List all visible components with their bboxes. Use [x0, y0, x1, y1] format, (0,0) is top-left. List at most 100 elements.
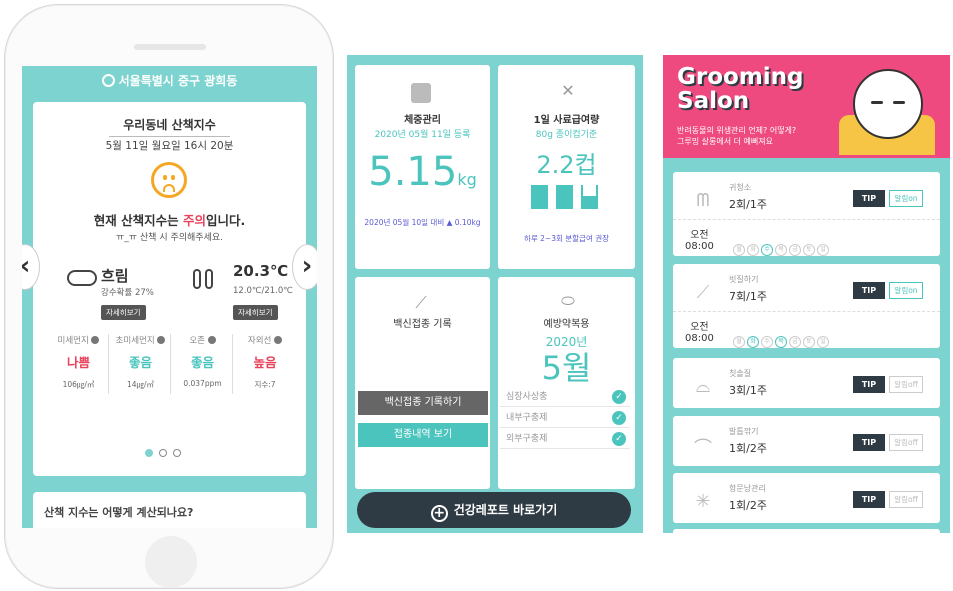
- thermometer-icon: [193, 269, 201, 289]
- grooming-item-ear[interactable]: ᗰ 귀청소 2회/1주 TIP 알림on 오전 08:00 월화수목금토일: [673, 172, 940, 256]
- tip-button[interactable]: TIP: [853, 190, 885, 207]
- feed-note: 하루 2~3회 분할급여 권장: [523, 234, 610, 243]
- health-report-button[interactable]: + 건강레포트 바로가기: [357, 492, 631, 528]
- feed-tile[interactable]: ✕ 1일 사료급여량 80g 종이컵기준 2.2컵 하루 2~3회 분할급여 권…: [498, 65, 635, 269]
- cup-icon: [581, 185, 598, 209]
- phone-speaker: [134, 44, 206, 50]
- day-chip[interactable]: 목: [775, 244, 787, 256]
- prevention-month: 5월: [541, 349, 592, 387]
- alarm-toggle[interactable]: 알림off: [889, 491, 923, 508]
- air-quality-pm10[interactable]: 미세먼지 나쁨 106㎍/㎥: [49, 334, 109, 394]
- grooming-banner: Grooming Salon 반려동물의 위생관리 언제? 어떻게? 그루밍 살롱에…: [663, 55, 950, 158]
- temperature-detail-button[interactable]: 자세히보기: [233, 305, 278, 320]
- grooming-item-comb[interactable]: ⟋ 빗질하기 7회/1주 TIP 알림on 오전 08:00 월화수목금토일: [673, 264, 940, 348]
- vaccine-history-button[interactable]: 접종내역 보기: [358, 423, 488, 447]
- page-dot[interactable]: [159, 449, 167, 457]
- air-value: 0.037ppm: [183, 379, 222, 388]
- prevention-item[interactable]: 외부구충제 ✓: [500, 429, 630, 449]
- status-word: 주의: [182, 213, 206, 228]
- air-level: 나쁨: [66, 355, 90, 370]
- cloud-icon: [67, 270, 97, 286]
- alarm-toggle[interactable]: 알림on: [889, 190, 923, 207]
- weather-label: 흐림: [101, 267, 129, 285]
- grooming-item-nail[interactable]: ⌒ 발톱깎기 1회/2주 TIP 알림off: [673, 416, 940, 466]
- weight-tile[interactable]: 체중관리 2020년 05월 11일 등록 5.15kg 2020년 05월 1…: [355, 65, 490, 269]
- tip-button[interactable]: TIP: [853, 376, 885, 393]
- temperature-value: 20.3℃: [233, 262, 289, 280]
- day-chip[interactable]: 화: [747, 336, 759, 348]
- grooming-title: Grooming Salon: [677, 64, 804, 114]
- vaccine-record-button[interactable]: 백신접종 기록하기: [358, 391, 488, 415]
- walk-status-sub: ㅠ_ㅠ 산책 시 주의해주세요.: [115, 233, 224, 243]
- alarm-time[interactable]: 오전 08:00: [685, 230, 714, 252]
- scale-icon: [411, 83, 431, 103]
- alarm-time[interactable]: 오전 08:00: [685, 322, 714, 344]
- day-chip[interactable]: 수: [761, 244, 773, 256]
- day-chip[interactable]: 월: [733, 244, 745, 256]
- comb-icon: ⟋: [696, 282, 710, 303]
- check-icon: ✓: [612, 411, 626, 425]
- walk-datetime: 5월 11일 월요일 16시 20분: [105, 140, 234, 152]
- grooming-item-anal-gland[interactable]: ✳ 항문낭관리 1회/2주 TIP 알림off: [673, 473, 940, 523]
- calc-info-card[interactable]: 산책 지수는 어떻게 계산되나요?: [33, 492, 306, 528]
- air-quality-ozone[interactable]: 오존 좋음 0.037ppm: [173, 334, 233, 394]
- home-button[interactable]: [145, 536, 197, 588]
- day-chip[interactable]: 금: [789, 336, 801, 348]
- day-chip[interactable]: 금: [789, 244, 801, 256]
- air-level: 높음: [253, 355, 277, 370]
- day-chip[interactable]: 일: [817, 336, 829, 348]
- tip-button[interactable]: TIP: [853, 434, 885, 451]
- air-quality-pm25[interactable]: 초미세먼지 좋음 14㎍/㎥: [111, 334, 171, 394]
- alarm-toggle[interactable]: 알림on: [889, 282, 923, 299]
- tip-button[interactable]: TIP: [853, 491, 885, 508]
- day-chip[interactable]: 일: [817, 244, 829, 256]
- air-value: 14㎍/㎥: [126, 380, 155, 389]
- day-chip[interactable]: 토: [803, 244, 815, 256]
- divider: [673, 219, 940, 220]
- location-label: 서울특별시 중구 광희동: [118, 74, 238, 88]
- walk-status: 현재 산책지수는 주의입니다.: [93, 213, 246, 228]
- day-selector: 월화수목금토일: [733, 236, 831, 256]
- grooming-name: 발톱깎기: [729, 427, 759, 436]
- cup-icon: [556, 185, 573, 209]
- grooming-freq: 7회/1주: [729, 290, 767, 303]
- prevention-item[interactable]: 심장사상충 ✓: [500, 387, 630, 407]
- alarm-toggle[interactable]: 알림off: [889, 434, 923, 451]
- nail-icon: ⌒: [694, 438, 712, 459]
- grooming-panel: Grooming Salon 반려동물의 위생관리 언제? 어떻게? 그루밍 살롱에…: [663, 55, 950, 533]
- grooming-name: 항문낭관리: [729, 484, 766, 493]
- day-chip[interactable]: 토: [803, 336, 815, 348]
- tip-button[interactable]: TIP: [853, 282, 885, 299]
- check-icon: ✓: [612, 390, 626, 404]
- page-dot-active[interactable]: [145, 449, 153, 457]
- grooming-name: 칫솔질: [729, 369, 752, 378]
- pill-icon: ⬭: [561, 291, 575, 310]
- day-chip[interactable]: 목: [775, 336, 787, 348]
- syringe-icon: ⟋: [415, 293, 427, 312]
- alarm-toggle[interactable]: 알림off: [889, 376, 923, 393]
- location-pin-icon: [101, 74, 115, 87]
- grooming-item-toothbrush[interactable]: ⌓ 칫솔질 3회/1주 TIP 알림off: [673, 358, 940, 408]
- calc-question: 산책 지수는 어떻게 계산되나요?: [44, 506, 194, 519]
- air-value: 106㎍/㎥: [62, 380, 95, 389]
- day-selector: 월화수목금토일: [733, 328, 831, 348]
- location-header[interactable]: 서울특별시 중구 광희동: [22, 72, 317, 89]
- page-dot[interactable]: [173, 449, 181, 457]
- next-arrow-button[interactable]: ›: [292, 244, 317, 290]
- rain-probability: 강수확률 27%: [101, 288, 154, 298]
- air-quality-uv[interactable]: 자외선 높음 지수:7: [235, 334, 295, 394]
- info-icon: [157, 336, 166, 344]
- weight-value: 5.15kg: [368, 149, 477, 195]
- weather-detail-button[interactable]: 자세히보기: [101, 305, 146, 320]
- grooming-freq: 1회/2주: [729, 442, 767, 455]
- divider: [673, 311, 940, 312]
- day-chip[interactable]: 월: [733, 336, 745, 348]
- feed-value: 2.2컵: [536, 151, 597, 179]
- weight-title: 체중관리: [404, 115, 441, 126]
- plus-circle-icon: +: [430, 505, 448, 522]
- anal-gland-icon: ✳: [695, 491, 711, 512]
- day-chip[interactable]: 수: [761, 336, 773, 348]
- day-chip[interactable]: 화: [747, 244, 759, 256]
- prevention-item[interactable]: 내부구충제 ✓: [500, 408, 630, 428]
- walk-title: 우리동네 산책지수: [33, 116, 306, 137]
